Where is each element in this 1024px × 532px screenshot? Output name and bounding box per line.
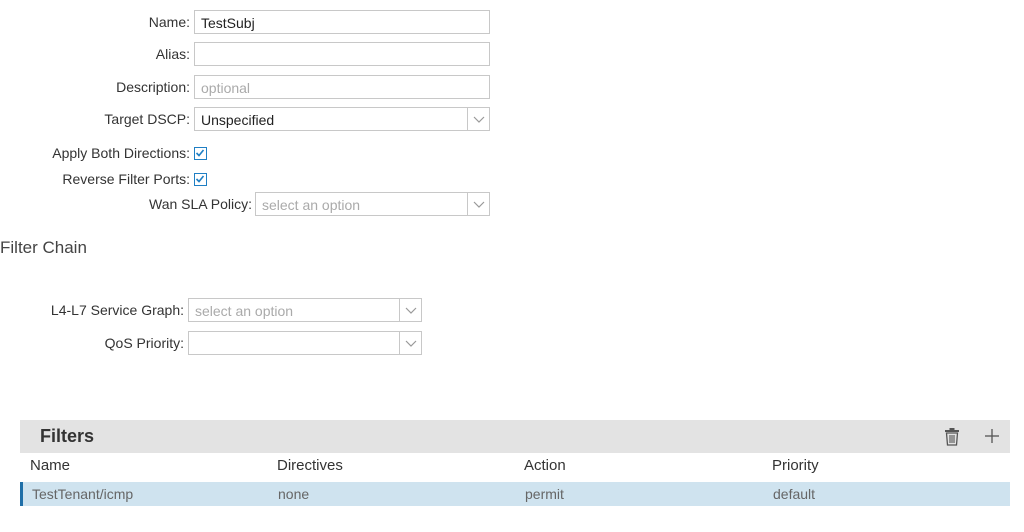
column-header-name[interactable]: Name bbox=[30, 457, 70, 474]
chevron-down-icon[interactable] bbox=[399, 299, 421, 321]
plus-icon[interactable] bbox=[984, 428, 1000, 449]
table-row[interactable]: TestTenant/icmp none permit default bbox=[20, 482, 1010, 506]
name-label: Name: bbox=[148, 14, 190, 30]
chevron-down-icon[interactable] bbox=[399, 332, 421, 354]
wan-sla-policy-placeholder: select an option bbox=[262, 197, 361, 213]
cell-name: TestTenant/icmp bbox=[32, 486, 134, 502]
target-dscp-select[interactable]: Unspecified bbox=[194, 107, 490, 131]
filters-header: Filters bbox=[20, 420, 1010, 453]
column-header-priority[interactable]: Priority bbox=[772, 457, 819, 474]
filter-chain-title: Filter Chain bbox=[0, 238, 87, 257]
description-input[interactable]: optional bbox=[194, 75, 490, 99]
wan-sla-policy-select[interactable]: select an option bbox=[255, 192, 490, 216]
trash-icon[interactable] bbox=[944, 428, 960, 451]
wan-sla-policy-label: Wan SLA Policy: bbox=[149, 196, 252, 212]
check-icon bbox=[195, 149, 205, 157]
alias-label: Alias: bbox=[155, 46, 190, 62]
row-selected-marker bbox=[20, 482, 23, 506]
qos-priority-label: QoS Priority: bbox=[104, 335, 184, 351]
reverse-filter-ports-checkbox[interactable] bbox=[194, 173, 207, 186]
name-input[interactable]: TestSubj bbox=[194, 10, 490, 34]
chevron-down-icon[interactable] bbox=[467, 193, 489, 215]
alias-input[interactable] bbox=[194, 42, 490, 66]
reverse-filter-ports-label: Reverse Filter Ports: bbox=[62, 171, 190, 187]
description-label: Description: bbox=[116, 79, 190, 95]
chevron-down-icon[interactable] bbox=[467, 108, 489, 130]
cell-action: permit bbox=[525, 486, 564, 502]
column-header-action[interactable]: Action bbox=[524, 457, 566, 474]
check-icon bbox=[195, 175, 205, 183]
qos-priority-select[interactable] bbox=[188, 331, 422, 355]
target-dscp-label: Target DSCP: bbox=[104, 111, 190, 127]
cell-directives: none bbox=[278, 486, 310, 502]
service-graph-label: L4-L7 Service Graph: bbox=[50, 302, 184, 318]
service-graph-select[interactable]: select an option bbox=[188, 298, 422, 322]
apply-both-directions-checkbox[interactable] bbox=[194, 147, 207, 160]
apply-both-directions-label: Apply Both Directions: bbox=[52, 145, 190, 161]
cell-priority: default bbox=[773, 486, 816, 502]
column-header-directives[interactable]: Directives bbox=[277, 457, 343, 474]
filters-title: Filters bbox=[40, 426, 95, 446]
target-dscp-value: Unspecified bbox=[201, 112, 275, 128]
service-graph-placeholder: select an option bbox=[195, 303, 294, 319]
